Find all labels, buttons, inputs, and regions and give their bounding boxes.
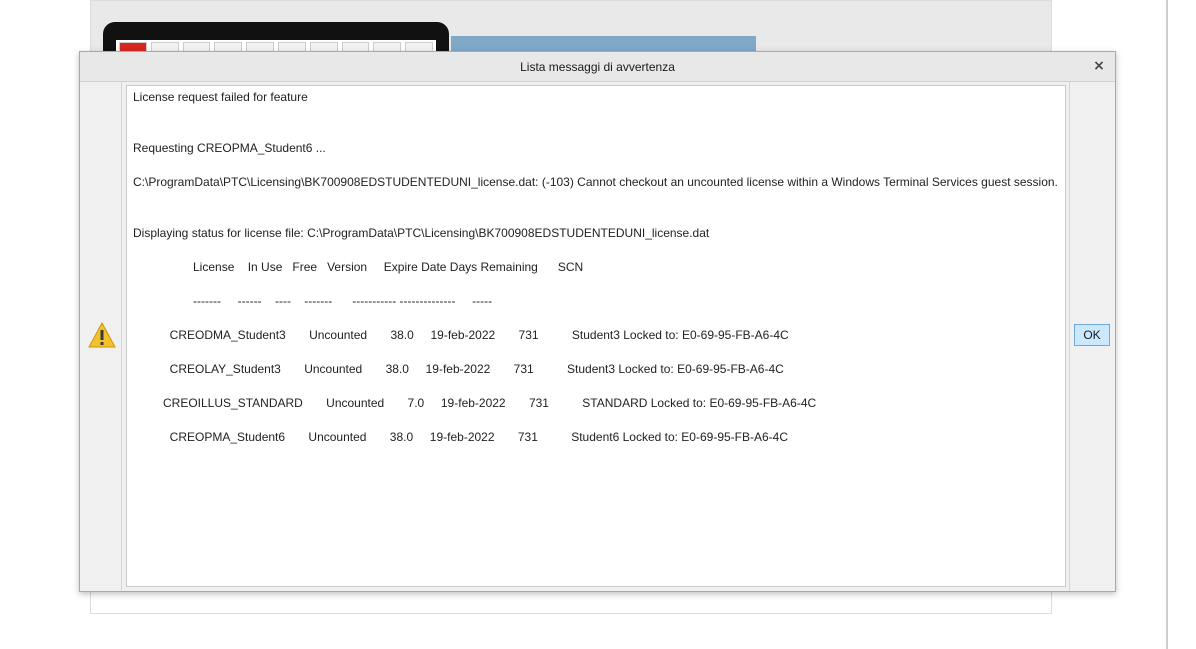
message-line: License In Use Free Version Expire Date … [133, 260, 584, 274]
background-page-footer [90, 590, 1052, 614]
message-line: Displaying status for license file: C:\P… [133, 226, 710, 240]
message-line: CREOPMA_Student6 Uncounted 38.0 19-feb-2… [133, 430, 789, 444]
button-column: OK [1069, 82, 1115, 591]
dialog-titlebar: Lista messaggi di avvertenza × [80, 52, 1115, 82]
message-text-area[interactable]: License request failed for feature Reques… [126, 85, 1066, 587]
page-scrollbar-track [1166, 0, 1168, 649]
ok-button[interactable]: OK [1074, 324, 1110, 346]
close-button[interactable]: × [1091, 58, 1107, 74]
message-line: CREODMA_Student3 Uncounted 38.0 19-feb-2… [133, 328, 789, 342]
message-content: License request failed for feature Reques… [127, 86, 1065, 586]
message-line: Requesting CREOPMA_Student6 ... [133, 141, 326, 155]
message-line: ------- ------ ---- ------- ----------- … [133, 294, 493, 308]
icon-column [80, 82, 122, 591]
message-line: License request failed for feature [133, 90, 308, 104]
message-line: CREOLAY_Student3 Uncounted 38.0 19-feb-2… [133, 362, 784, 376]
warning-messages-dialog: Lista messaggi di avvertenza × License r… [79, 51, 1116, 592]
message-line: CREOILLUS_STANDARD Uncounted 7.0 19-feb-… [133, 396, 817, 410]
dialog-title: Lista messaggi di avvertenza [520, 60, 675, 74]
warning-icon [88, 322, 116, 348]
message-line: C:\ProgramData\PTC\Licensing\BK700908EDS… [133, 175, 1058, 189]
